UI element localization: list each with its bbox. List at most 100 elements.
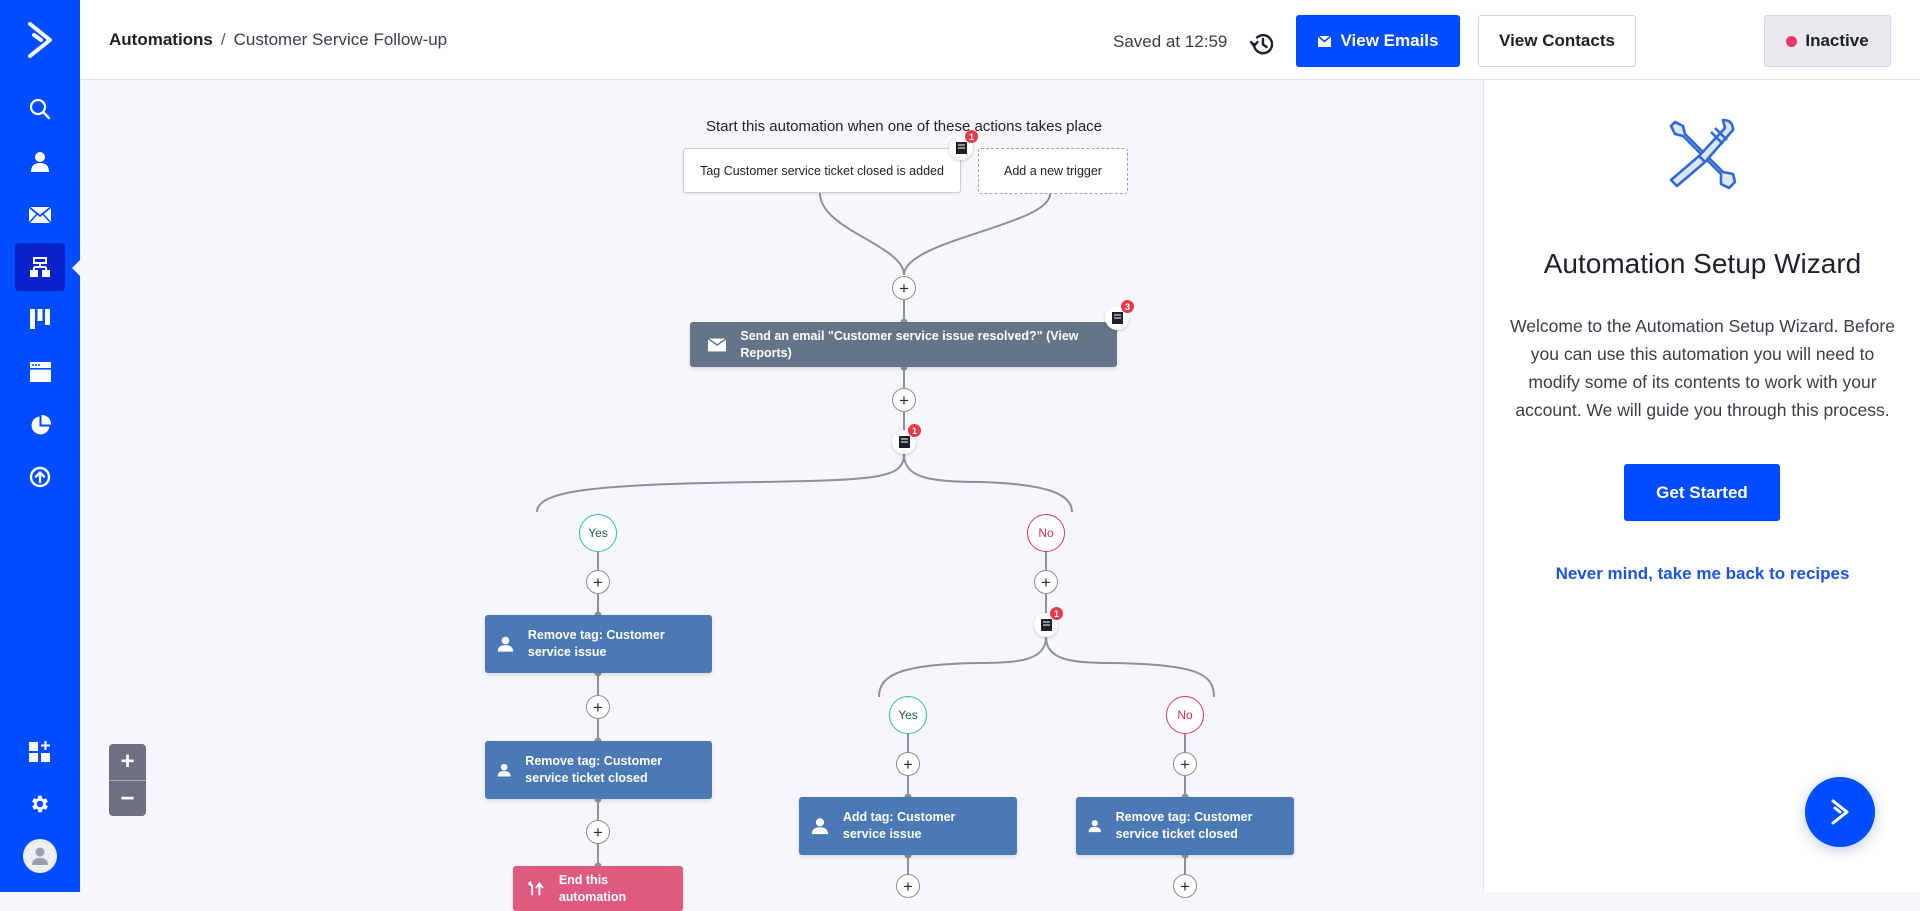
trigger-notes-button[interactable]: 1 <box>949 130 978 160</box>
status-label: Inactive <box>1805 31 1869 50</box>
notes-badge: 1 <box>1050 607 1063 620</box>
logo[interactable] <box>0 0 80 80</box>
notes-badge: 1 <box>908 424 921 437</box>
add-action-button[interactable]: + <box>586 820 610 844</box>
workflow-canvas[interactable] <box>80 80 1483 892</box>
action-label: Remove tag: Customer service ticket clos… <box>1115 810 1253 841</box>
send-email-label: Send an email "Customer service issue re… <box>740 328 1079 360</box>
sidebar-item-campaigns[interactable] <box>15 191 65 239</box>
sidebar-item-site[interactable] <box>15 348 65 396</box>
action-label: End this automation <box>558 872 627 904</box>
notes-icon <box>955 142 967 154</box>
add-action-button[interactable]: + <box>586 695 610 719</box>
envelope-icon <box>29 207 51 223</box>
history-button[interactable] <box>1248 30 1276 58</box>
sidebar-item-deals[interactable] <box>15 295 65 343</box>
pie-chart-icon <box>31 414 51 434</box>
envelope-icon <box>1317 35 1331 47</box>
gear-icon <box>32 795 48 813</box>
zoom-out-button[interactable]: − <box>109 780 146 816</box>
view-contacts-label: View Contacts <box>1499 31 1615 50</box>
trigger-title: Start this automation when one of these … <box>705 118 1103 135</box>
upload-circle-icon <box>29 466 51 488</box>
status-dot-icon <box>1786 35 1798 47</box>
add-action-button[interactable]: + <box>1034 570 1058 594</box>
wizard-title: Automation Setup Wizard <box>1543 248 1862 279</box>
avatar[interactable] <box>23 839 57 873</box>
saved-status: Saved at 12:59 <box>1113 32 1228 51</box>
add-action-button[interactable]: + <box>1173 874 1197 898</box>
apps-add-icon <box>29 741 50 762</box>
get-started-button[interactable]: Get Started <box>1624 464 1780 521</box>
view-emails-label: View Emails <box>1340 31 1439 50</box>
add-trigger-button[interactable]: Add a new trigger <box>978 148 1128 194</box>
pipeline-icon <box>30 309 50 329</box>
breadcrumb: Automations / Customer Service Follow-up <box>109 30 447 50</box>
contact-action-node[interactable]: Remove tag: Customer service issue <box>485 615 712 673</box>
sidebar-item-apps[interactable] <box>15 727 65 775</box>
contact-action-node[interactable]: Add tag: Customer service issue <box>799 797 1017 855</box>
add-action-button[interactable]: + <box>892 388 916 412</box>
contact-action-node[interactable]: Remove tag: Customer service ticket clos… <box>485 741 712 799</box>
zoom-controls: + − <box>109 744 146 816</box>
notes-icon <box>898 436 910 448</box>
sidebar-item-settings[interactable] <box>15 780 65 828</box>
person-icon <box>497 636 514 652</box>
connector <box>903 453 1073 513</box>
action-label: Remove tag: Customer service issue <box>527 628 665 659</box>
add-action-button[interactable]: + <box>896 752 920 776</box>
activecampaign-logo-icon <box>1831 799 1849 825</box>
avatar-icon <box>32 847 48 865</box>
add-action-button[interactable]: + <box>896 874 920 898</box>
add-action-button[interactable]: + <box>892 276 916 300</box>
connector <box>536 453 905 513</box>
chat-launcher-button[interactable] <box>1805 777 1875 847</box>
breadcrumb-automations-link[interactable]: Automations <box>109 30 213 49</box>
envelope-icon <box>708 337 727 351</box>
sidebar-item-conversations[interactable] <box>15 453 65 501</box>
person-icon <box>811 818 829 835</box>
back-to-recipes-link[interactable]: Never mind, take me back to recipes <box>1484 564 1920 584</box>
search-icon <box>29 98 51 120</box>
setup-wizard-panel: Automation Setup Wizard Welcome to the A… <box>1483 80 1920 892</box>
connector <box>878 636 1047 698</box>
email-notes-button[interactable]: 3 <box>1105 300 1134 330</box>
notes-icon <box>1111 312 1123 324</box>
connector <box>819 192 905 276</box>
breadcrumb-current: Customer Service Follow-up <box>233 30 448 49</box>
connector <box>1045 636 1215 698</box>
person-icon <box>31 152 49 172</box>
status-toggle-button[interactable]: Inactive <box>1764 15 1891 67</box>
sidebar-item-search[interactable] <box>15 85 65 133</box>
no-branch-label[interactable]: No <box>1166 696 1204 734</box>
add-trigger-label: Add a new trigger <box>1004 164 1102 178</box>
sidebar-item-contacts[interactable] <box>15 138 65 186</box>
contact-action-node[interactable]: Remove tag: Customer service ticket clos… <box>1076 797 1294 855</box>
sidebar-item-automations[interactable] <box>15 243 65 291</box>
notes-badge: 1 <box>965 130 978 143</box>
action-label: Remove tag: Customer service ticket clos… <box>525 754 663 785</box>
person-icon <box>497 763 511 777</box>
person-icon <box>1088 820 1101 833</box>
add-action-button[interactable]: + <box>1173 752 1197 776</box>
connector <box>903 193 1051 276</box>
view-emails-button[interactable]: View Emails <box>1296 15 1460 67</box>
condition-node[interactable]: 1 <box>892 424 921 454</box>
notes-badge: 3 <box>1121 300 1134 313</box>
yes-branch-label[interactable]: Yes <box>889 696 927 734</box>
send-email-node[interactable]: Send an email "Customer service issue re… <box>690 322 1117 367</box>
history-icon <box>1249 34 1274 55</box>
yes-branch-label[interactable]: Yes <box>579 514 617 552</box>
sidebar-item-reports[interactable] <box>15 401 65 449</box>
view-contacts-button[interactable]: View Contacts <box>1478 15 1636 67</box>
zoom-in-button[interactable]: + <box>109 744 146 780</box>
condition-node[interactable]: 1 <box>1034 607 1063 637</box>
top-header: Automations / Customer Service Follow-up S… <box>80 0 1920 80</box>
add-action-button[interactable]: + <box>586 570 610 594</box>
active-indicator <box>72 260 80 276</box>
end-automation-node[interactable]: End this automation <box>513 866 683 911</box>
no-branch-label[interactable]: No <box>1027 514 1065 552</box>
wizard-description: Welcome to the Automation Setup Wizard. … <box>1510 316 1895 420</box>
trigger-node[interactable]: Tag Customer service ticket closed is ad… <box>683 148 961 193</box>
trigger-label: Tag Customer service ticket closed is ad… <box>700 163 944 178</box>
